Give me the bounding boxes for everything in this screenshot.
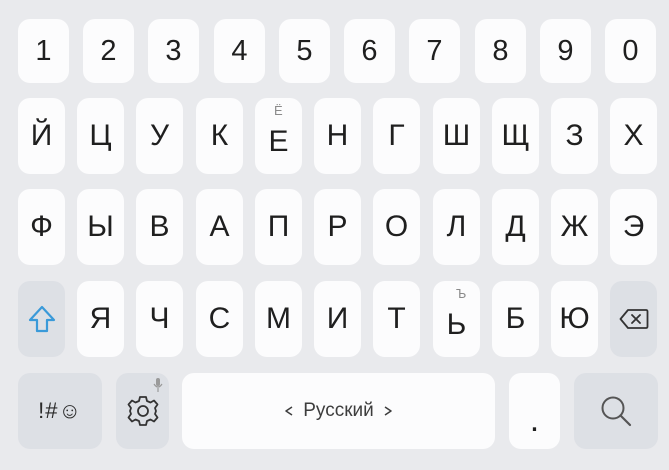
key-ж[interactable]: Ж <box>551 189 598 265</box>
key-ь-alt: Ъ <box>456 286 467 301</box>
key-м[interactable]: М <box>255 281 302 357</box>
backspace-icon <box>619 309 648 329</box>
key-т[interactable]: Т <box>373 281 420 357</box>
key-ф[interactable]: Ф <box>18 189 65 265</box>
key-8[interactable]: 8 <box>475 19 526 83</box>
key-в[interactable]: В <box>136 189 183 265</box>
triangle-right-icon <box>384 406 392 416</box>
settings-key[interactable] <box>116 373 169 449</box>
period-key[interactable]: . <box>509 373 560 449</box>
key-ь[interactable]: Ъ Ь <box>433 281 480 357</box>
period-label: . <box>529 401 540 439</box>
key-щ[interactable]: Щ <box>492 98 539 174</box>
key-е-label: Е <box>268 125 289 158</box>
key-р[interactable]: Р <box>314 189 361 265</box>
symbols-key[interactable]: !#☺ <box>18 373 102 449</box>
key-ю[interactable]: Ю <box>551 281 598 357</box>
key-4[interactable]: 4 <box>214 19 265 83</box>
search-icon <box>601 396 632 427</box>
keyboard: 1 2 3 4 5 6 7 8 9 0 Й Ц У К Ё Е Н Г Ш Щ … <box>0 0 669 470</box>
search-key[interactable] <box>574 373 658 449</box>
microphone-icon <box>153 378 163 392</box>
shift-arrow-icon <box>28 305 55 333</box>
key-ш[interactable]: Ш <box>433 98 480 174</box>
key-ь-label: Ь <box>446 308 467 341</box>
key-2[interactable]: 2 <box>83 19 134 83</box>
key-ц[interactable]: Ц <box>77 98 124 174</box>
backspace-key[interactable] <box>610 281 657 357</box>
key-1[interactable]: 1 <box>18 19 69 83</box>
key-0[interactable]: 0 <box>605 19 656 83</box>
symbols-label: !#☺ <box>38 398 82 423</box>
key-д[interactable]: Д <box>492 189 539 265</box>
key-с[interactable]: С <box>196 281 243 357</box>
space-bar[interactable]: Русский <box>182 373 495 449</box>
key-9[interactable]: 9 <box>540 19 591 83</box>
key-п[interactable]: П <box>255 189 302 265</box>
shift-key[interactable] <box>18 281 65 357</box>
space-bar-content: Русский <box>285 400 392 422</box>
key-и[interactable]: И <box>314 281 361 357</box>
key-5[interactable]: 5 <box>279 19 330 83</box>
key-е-alt: Ё <box>274 103 283 118</box>
key-х[interactable]: Х <box>610 98 657 174</box>
key-к[interactable]: К <box>196 98 243 174</box>
key-а[interactable]: А <box>196 189 243 265</box>
key-э[interactable]: Э <box>610 189 657 265</box>
key-7[interactable]: 7 <box>409 19 460 83</box>
key-й[interactable]: Й <box>18 98 65 174</box>
key-ы[interactable]: Ы <box>77 189 124 265</box>
key-6[interactable]: 6 <box>344 19 395 83</box>
key-я[interactable]: Я <box>77 281 124 357</box>
key-н[interactable]: Н <box>314 98 361 174</box>
key-е[interactable]: Ё Е <box>255 98 302 174</box>
key-г[interactable]: Г <box>373 98 420 174</box>
key-о[interactable]: О <box>373 189 420 265</box>
language-label: Русский <box>303 400 374 421</box>
gear-icon <box>127 396 158 426</box>
key-3[interactable]: 3 <box>148 19 199 83</box>
key-ч[interactable]: Ч <box>136 281 183 357</box>
key-з[interactable]: З <box>551 98 598 174</box>
key-л[interactable]: Л <box>433 189 480 265</box>
key-б[interactable]: Б <box>492 281 539 357</box>
key-у[interactable]: У <box>136 98 183 174</box>
triangle-left-icon <box>285 406 293 416</box>
